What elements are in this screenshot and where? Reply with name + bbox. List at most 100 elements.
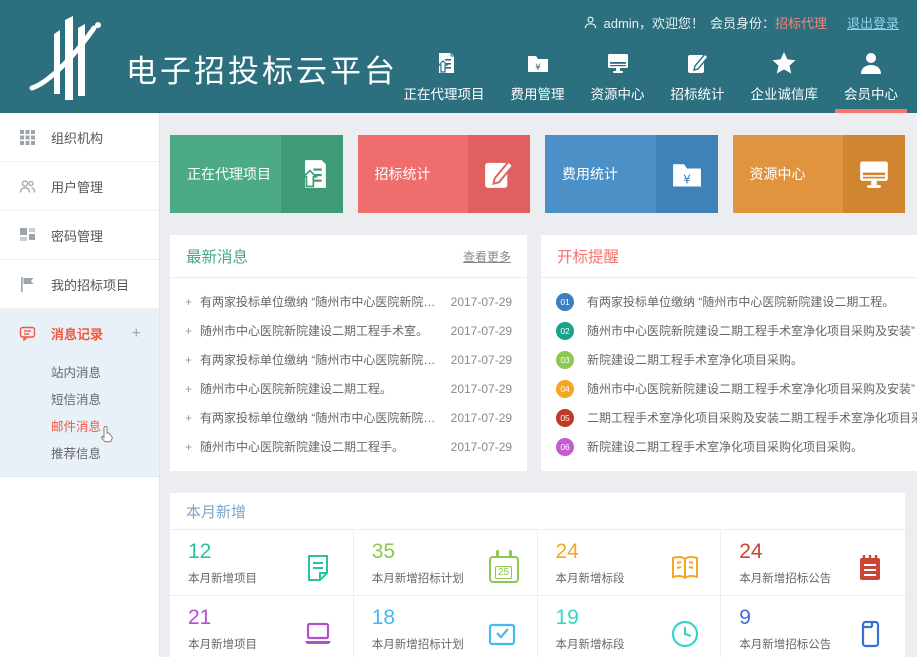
nav-item-enterprise-credit[interactable]: 企业诚信库 xyxy=(738,50,832,113)
stat-value: 19 xyxy=(556,606,625,630)
clock-icon xyxy=(668,617,702,651)
nav-item-resource-center[interactable]: 资源中心 xyxy=(578,50,658,113)
stat-new-projects-2: 21 本月新增项目 xyxy=(170,596,354,657)
dashboard-page: 电子招投标云平台 admin，欢迎您！ 会员身份：招标代理 退出登录 正在代理项… xyxy=(0,0,917,657)
open-book-icon xyxy=(668,551,702,585)
news-item[interactable]: + 随州市中心医院新院建设二期工程手。 2017-07-29 xyxy=(185,432,512,461)
reminder-item[interactable]: 03 新院建设二期工程手术室净化项目采购。 xyxy=(556,345,917,374)
reminder-text: 新院建设二期工程手术室净化项目采购化项目采购。 xyxy=(587,438,917,455)
plus-bullet-icon: + xyxy=(185,440,200,454)
calendar-icon: 25 xyxy=(489,552,519,583)
app-header: 电子招投标云平台 admin，欢迎您！ 会员身份：招标代理 退出登录 正在代理项… xyxy=(0,0,917,113)
monitor-icon xyxy=(605,50,631,76)
reminder-text: 随州市中心医院新院建设二期工程手术室净化项目采购及安装” 项目的招…… xyxy=(587,322,917,339)
number-badge: 06 xyxy=(556,438,574,456)
news-date: 2017-07-29 xyxy=(451,295,512,309)
number-badge: 03 xyxy=(556,351,574,369)
stat-label: 本月新增标段 xyxy=(556,636,625,652)
sidebar-subitem-site-messages[interactable]: 站内消息 xyxy=(0,358,159,385)
phone-icon xyxy=(853,617,887,651)
nav-item-member-center[interactable]: 会员中心 xyxy=(831,50,911,113)
latest-news-panel: 最新消息 查看更多 + 有两家投标单位缴纳 “随州市中心医院新院建设…… 201… xyxy=(170,235,527,471)
news-item[interactable]: + 有两家投标单位缴纳 “随州市中心医院新院建设…… 2017-07-29 xyxy=(185,287,512,316)
brand: 电子招投标云平台 xyxy=(28,12,398,106)
number-badge: 01 xyxy=(556,293,574,311)
main-nav: 正在代理项目 ¥ 费用管理 资源中心 招标统计 xyxy=(391,50,912,113)
sidebar: 组织机构 用户管理 密码管理 我的招标项目 消息记录 xyxy=(0,113,160,657)
plus-bullet-icon: + xyxy=(185,382,200,396)
reminder-item[interactable]: 01 有两家投标单位缴纳 “随州市中心医院新院建设二期工程。 xyxy=(556,287,917,316)
news-item[interactable]: + 有两家投标单位缴纳 “随州市中心医院新院建设。 2017-07-29 xyxy=(185,403,512,432)
reminder-item[interactable]: 05 二期工程手术室净化项目采购及安装二期工程手术室净化项目采购及。 xyxy=(556,403,917,432)
panel-title-bid-opening: 开标提醒 xyxy=(557,245,619,267)
doc-upload-icon xyxy=(431,50,457,76)
stat-value: 35 xyxy=(372,540,464,564)
sidebar-item-organization[interactable]: 组织机构 xyxy=(0,113,159,162)
reminder-text: 二期工程手术室净化项目采购及安装二期工程手术室净化项目采购及。 xyxy=(587,409,917,426)
view-more-link[interactable]: 查看更多 xyxy=(463,248,511,265)
main-content: 正在代理项目 招标统计 费用统计 ¥ 资源中心 xyxy=(160,113,917,657)
svg-text:¥: ¥ xyxy=(535,63,541,73)
subitem-label: 邮件消息 xyxy=(51,416,101,435)
stat-label: 本月新增招标计划 xyxy=(372,636,464,652)
yen-folder-icon: ¥ xyxy=(525,50,551,76)
number-badge: 05 xyxy=(556,409,574,427)
sidebar-group-label: 消息记录 xyxy=(51,324,103,343)
doc-upload-icon xyxy=(281,135,343,213)
panel-title-latest-news: 最新消息 xyxy=(186,245,248,267)
plus-bullet-icon: + xyxy=(185,353,200,367)
sidebar-subitem-sms-messages[interactable]: 短信消息 xyxy=(0,385,159,412)
platform-logo-icon xyxy=(28,12,110,106)
card-agency-projects[interactable]: 正在代理项目 xyxy=(170,135,343,213)
sidebar-item-user-management[interactable]: 用户管理 xyxy=(0,162,159,211)
identity-value: 招标代理 xyxy=(775,13,827,32)
news-item[interactable]: + 有两家投标单位缴纳 “随州市中心医院新院建设…… 2017-07-29 xyxy=(185,345,512,374)
subitem-label: 短信消息 xyxy=(51,389,101,408)
stat-value: 24 xyxy=(556,540,625,564)
news-text: 有两家投标单位缴纳 “随州市中心医院新院建设…… xyxy=(200,351,441,368)
sidebar-item-label: 组织机构 xyxy=(51,128,103,147)
stat-new-bid-sections: 24 本月新增标段 xyxy=(538,530,722,596)
news-date: 2017-07-29 xyxy=(451,440,512,454)
nav-item-fee-management[interactable]: ¥ 费用管理 xyxy=(498,50,578,113)
card-fee-statistics[interactable]: 费用统计 ¥ xyxy=(545,135,718,213)
sidebar-item-my-bid-projects[interactable]: 我的招标项目 xyxy=(0,260,159,309)
nav-item-bid-statistics[interactable]: 招标统计 xyxy=(658,50,738,113)
nav-label: 正在代理项目 xyxy=(404,83,485,103)
card-resource-center[interactable]: 资源中心 xyxy=(733,135,906,213)
stat-label: 本月新增项目 xyxy=(188,636,257,652)
sidebar-item-password-management[interactable]: 密码管理 xyxy=(0,211,159,260)
stat-value: 24 xyxy=(739,540,831,564)
card-bid-statistics[interactable]: 招标统计 xyxy=(358,135,531,213)
expand-plus-icon[interactable]: + xyxy=(132,325,141,343)
stat-value: 12 xyxy=(188,540,257,564)
quick-cards: 正在代理项目 招标统计 费用统计 ¥ 资源中心 xyxy=(170,135,905,213)
reminder-item[interactable]: 04 随州市中心医院新院建设二期工程手术室净化项目采购及安装” 项目的招…… xyxy=(556,374,917,403)
plus-bullet-icon: + xyxy=(185,324,200,338)
news-text: 有两家投标单位缴纳 “随州市中心医院新院建设…… xyxy=(200,293,441,310)
stat-value: 18 xyxy=(372,606,464,630)
subitem-label: 推荐信息 xyxy=(51,443,101,462)
nav-label: 招标统计 xyxy=(671,83,725,103)
sidebar-item-message-records[interactable]: 消息记录 + xyxy=(0,309,159,358)
logout-link[interactable]: 退出登录 xyxy=(847,13,899,32)
card-label: 招标统计 xyxy=(375,164,431,184)
reminder-item[interactable]: 06 新院建设二期工程手术室净化项目采购化项目采购。 xyxy=(556,432,917,461)
news-item[interactable]: + 随州市中心医院新院建设二期工程手术室。 2017-07-29 xyxy=(185,316,512,345)
news-date: 2017-07-29 xyxy=(451,324,512,338)
nav-item-agency-projects[interactable]: 正在代理项目 xyxy=(391,50,498,113)
number-badge: 02 xyxy=(556,322,574,340)
laptop-icon xyxy=(301,617,335,651)
star-icon xyxy=(771,50,797,76)
sidebar-subitem-email-messages[interactable]: 邮件消息 xyxy=(0,412,159,439)
sidebar-subitem-recommended-info[interactable]: 推荐信息 xyxy=(0,439,159,466)
news-text: 随州市中心医院新院建设二期工程手。 xyxy=(200,438,441,455)
notepad-icon xyxy=(853,551,887,585)
note-pen-icon xyxy=(301,551,335,585)
stat-label: 本月新增招标公告 xyxy=(739,570,831,586)
nav-label: 资源中心 xyxy=(591,83,645,103)
news-item[interactable]: + 随州市中心医院新院建设二期工程。 2017-07-29 xyxy=(185,374,512,403)
stat-label: 本月新增招标计划 xyxy=(372,570,464,586)
platform-title: 电子招投标云平台 xyxy=(126,46,398,91)
reminder-item[interactable]: 02 随州市中心医院新院建设二期工程手术室净化项目采购及安装” 项目的招…… xyxy=(556,316,917,345)
